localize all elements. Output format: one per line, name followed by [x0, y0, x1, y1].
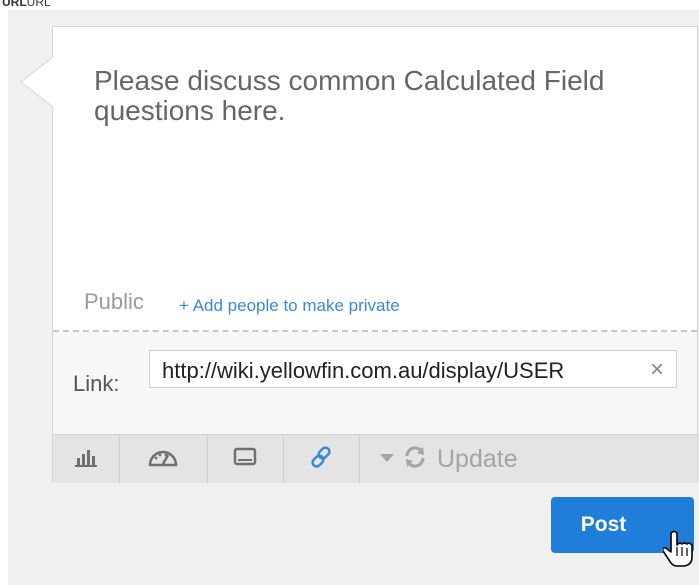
update-button[interactable]: Update: [359, 435, 697, 483]
dropdown-arrow-icon: [379, 450, 395, 468]
link-input[interactable]: http://wiki.yellowfin.com.au/display/USE…: [149, 350, 677, 388]
hand-cursor-icon: [662, 530, 695, 575]
add-people-link[interactable]: + Add people to make private: [179, 296, 400, 316]
link-icon: [309, 445, 333, 474]
attachment-toolbar: Update: [53, 434, 697, 483]
visibility-label: Public: [84, 289, 144, 314]
refresh-icon: [403, 445, 427, 474]
update-label: Update: [437, 444, 518, 473]
dashboard-button[interactable]: [119, 435, 207, 483]
clear-link-button[interactable]: ×: [650, 356, 664, 384]
monitor-icon: [233, 447, 257, 472]
link-button[interactable]: [283, 435, 359, 483]
bar-chart-icon: [74, 447, 98, 472]
comment-message[interactable]: Please discuss common Calculated Field q…: [94, 66, 654, 126]
url-label: URLURL: [2, 0, 51, 9]
dashboard-gauge-icon: [148, 446, 178, 473]
storyboard-button[interactable]: [207, 435, 283, 483]
top-strip: URLURL: [0, 0, 699, 10]
chart-button[interactable]: [53, 435, 119, 483]
link-value: http://wiki.yellowfin.com.au/display/USE…: [162, 358, 565, 383]
link-label: Link:: [73, 371, 120, 396]
